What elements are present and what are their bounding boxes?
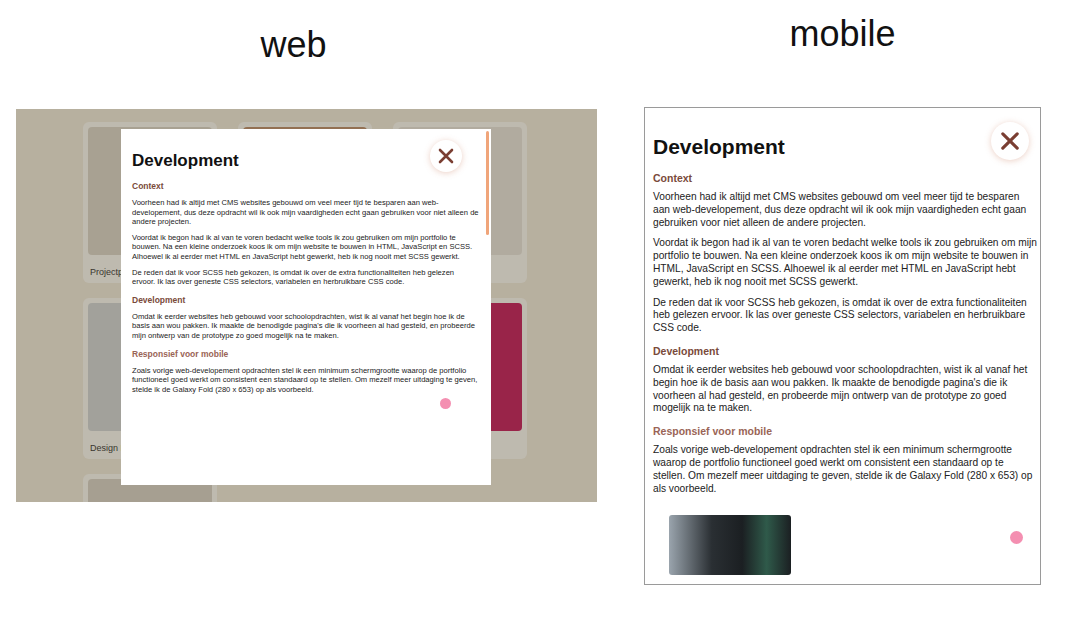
article-section: Development Omdat ik eerder websites heb … — [653, 345, 1040, 415]
section-heading: Context — [132, 181, 479, 192]
close-icon — [998, 129, 1022, 153]
paragraph: Zoals vorige web-developement opdrachten… — [653, 444, 1040, 495]
section-heading: Development — [132, 295, 479, 306]
web-label: web — [16, 24, 597, 66]
article-section: Context Voorheen had ik altijd met CMS we… — [653, 172, 1040, 335]
paragraph: Omdat ik eerder websites heb gebouwd voo… — [653, 364, 1040, 415]
paragraph: Voorheen had ik altijd met CMS websites … — [132, 198, 479, 227]
mobile-screenshot: Development Context Voorheen had ik altijd… — [644, 107, 1041, 585]
article-modal: Development Context Voorheen had ik altijd… — [121, 129, 491, 485]
section-heading: Responsief voor mobile — [132, 349, 479, 360]
close-button[interactable] — [991, 122, 1029, 160]
mobile-column: mobile Development Context Voorheen had ik … — [644, 0, 1041, 623]
article-section: Context Voorheen had ik altijd met CMS we… — [132, 181, 479, 287]
section-heading: Context — [653, 172, 1040, 185]
section-heading: Responsief voor mobile — [653, 425, 1040, 438]
article-section: Responsief voor mobile Zoals vorige web-d… — [132, 349, 479, 395]
article-title: Development — [653, 134, 1040, 160]
article-section: Development Omdat ik eerder websites heb … — [132, 295, 479, 341]
scrollbar-thumb[interactable] — [486, 131, 489, 235]
article-section: Responsief voor mobile Zoals vorige web-d… — [653, 425, 1040, 495]
paragraph: Zoals vorige web-developement opdrachten… — [132, 366, 479, 395]
web-column: webProjectpDesign IDevelopmentContextVoo… — [16, 0, 597, 623]
paragraph: Omdat ik eerder websites heb gebouwd voo… — [132, 312, 479, 341]
paragraph: Voorheen had ik altijd met CMS websites … — [653, 191, 1040, 229]
paragraph: De reden dat ik voor SCSS heb gekozen, i… — [653, 297, 1040, 335]
close-button[interactable] — [430, 140, 462, 172]
article-title: Development — [132, 151, 479, 171]
pink-dot — [1010, 531, 1023, 544]
comparison-page: webProjectpDesign IDevelopmentContextVoo… — [0, 0, 1065, 623]
galaxy-fold-image — [669, 515, 791, 575]
pink-dot — [440, 398, 451, 409]
mobile-label: mobile — [644, 13, 1041, 55]
close-icon — [436, 146, 456, 166]
paragraph: De reden dat ik voor SCSS heb gekozen, i… — [132, 268, 479, 287]
paragraph: Voordat ik begon had ik al van te voren … — [132, 233, 479, 262]
paragraph: Voordat ik begon had ik al van te voren … — [653, 237, 1040, 288]
web-screenshot: ProjectpDesign IDevelopmentContextVoorhe… — [16, 109, 597, 502]
section-heading: Development — [653, 345, 1040, 358]
